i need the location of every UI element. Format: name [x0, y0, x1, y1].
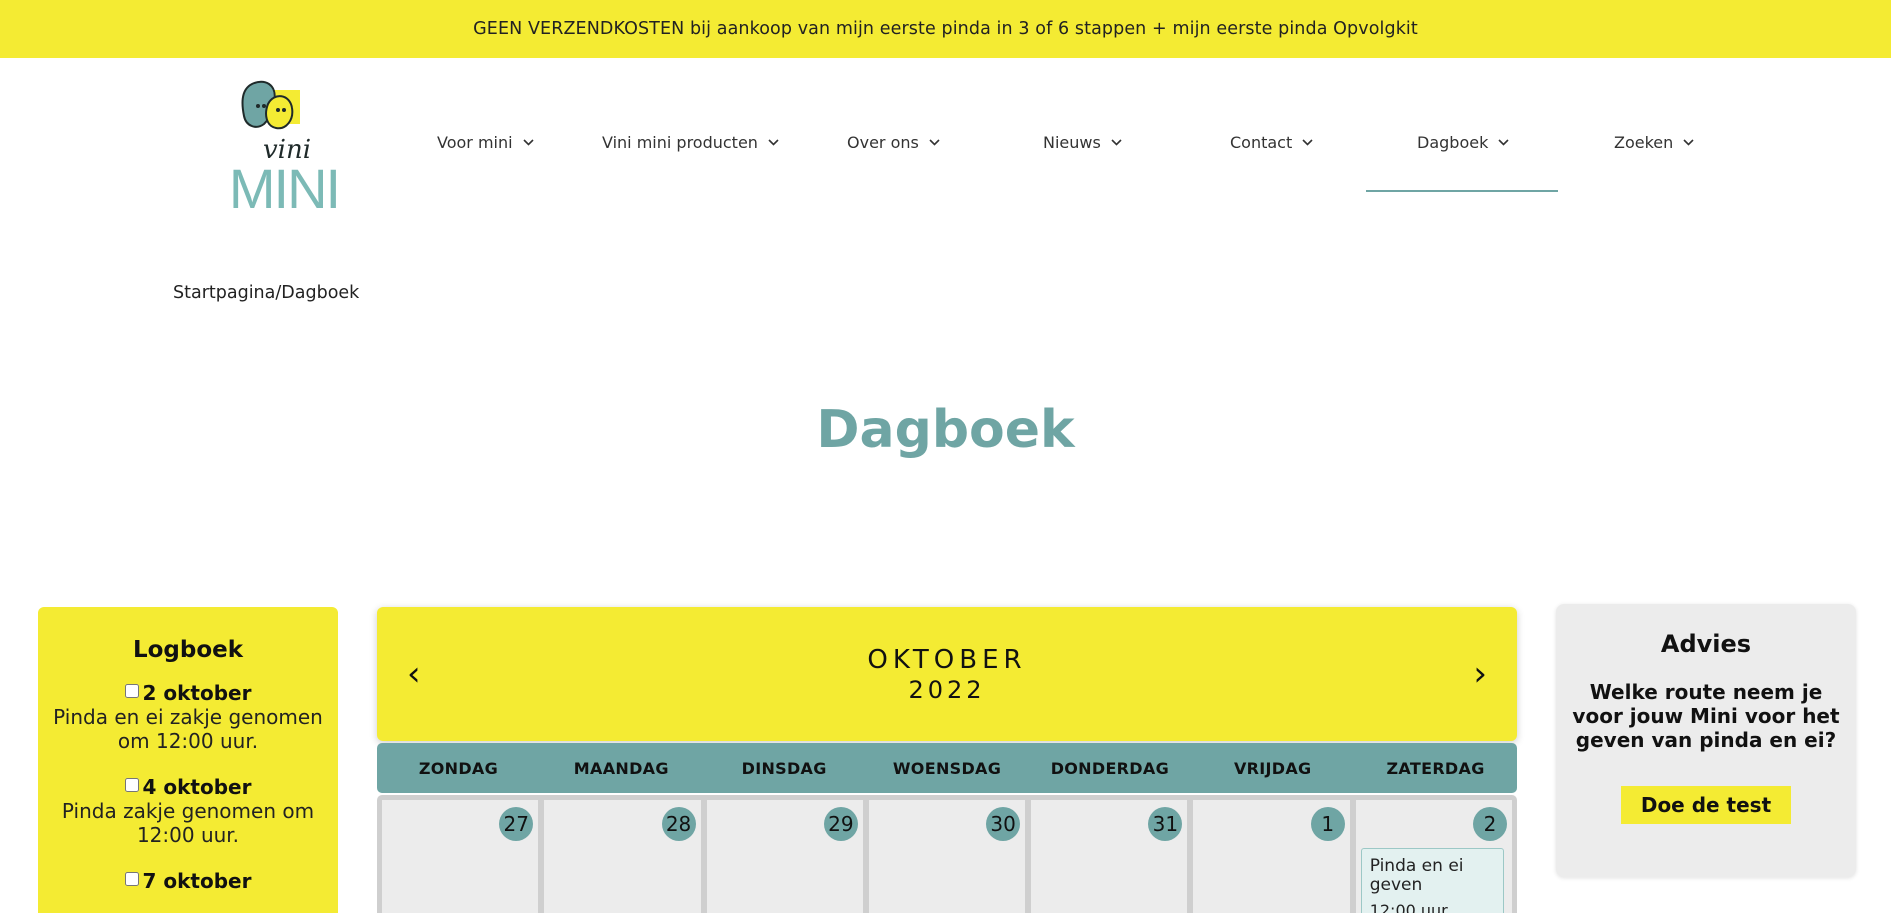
day-number: 29 [823, 807, 858, 841]
calendar-weekday-row: ZONDAG MAANDAG DINSDAG WOENSDAG DONDERDA… [377, 743, 1517, 793]
calendar-grid: 27 28 29 30 31 1 2 Pinda en ei geven 12:… [377, 795, 1517, 913]
calendar-event[interactable]: Pinda en ei geven 12:00 uur [1360, 848, 1504, 913]
nav-label: Zoeken [1614, 133, 1674, 152]
weekday-label: WOENSDAG [892, 758, 1002, 778]
log-entry-text: Pinda en ei zakje genomen om 12:00 uur. [53, 705, 323, 753]
log-entry-checkbox[interactable] [124, 684, 139, 698]
calendar-year: 2022 [908, 676, 986, 704]
nav-item-voor-mini[interactable]: Voor mini [437, 133, 534, 152]
calendar-month: OKTOBER [867, 645, 1027, 675]
breadcrumb: Startpagina / Dagboek [173, 283, 359, 303]
calendar-day-cell[interactable]: 29 [706, 800, 863, 913]
weekday-label: DINSDAG [741, 758, 827, 778]
day-number: 30 [986, 807, 1021, 841]
weekday-label: VRIJDAG [1233, 758, 1312, 778]
svg-text:MINI: MINI [229, 157, 339, 215]
nav-label: Voor mini [437, 133, 513, 152]
chevron-down-icon [1683, 139, 1694, 146]
calendar-day-cell[interactable]: 28 [544, 800, 701, 913]
day-number: 27 [499, 807, 534, 841]
chevron-down-icon [1302, 139, 1313, 146]
nav-label: Dagboek [1417, 133, 1489, 152]
calendar-header: ‹ OKTOBER 2022 › [377, 607, 1517, 741]
active-nav-underline [1366, 190, 1558, 192]
log-entry-date: 2 oktober [142, 681, 252, 705]
nav-item-nieuws[interactable]: Nieuws [1043, 133, 1122, 152]
log-entry: 7 oktober [38, 869, 338, 893]
next-month-button[interactable]: › [1473, 657, 1487, 691]
nav-label: Contact [1230, 133, 1293, 152]
take-test-button[interactable]: Doe de test [1620, 786, 1792, 824]
calendar-day-cell[interactable]: 27 [382, 800, 539, 913]
nav-item-vini-mini-producten[interactable]: Vini mini producten [602, 133, 779, 152]
day-number: 2 [1472, 807, 1507, 841]
chevron-down-icon [522, 139, 534, 146]
breadcrumb-current: Dagboek [281, 283, 360, 303]
nav-item-zoeken[interactable]: Zoeken [1614, 133, 1694, 152]
chevron-down-icon [1498, 139, 1509, 146]
log-entry-checkbox[interactable] [124, 778, 139, 792]
event-time: 12:00 uur [1369, 901, 1448, 913]
weekday-label: ZONDAG [418, 758, 499, 778]
breadcrumb-home-link[interactable]: Startpagina [173, 283, 275, 303]
day-number: 1 [1310, 807, 1345, 841]
log-entry-date: 7 oktober [142, 869, 252, 893]
nav-item-over-ons[interactable]: Over ons [847, 133, 940, 152]
vini-mini-logo[interactable]: vini MINI [212, 78, 362, 220]
page-title: Dagboek [816, 400, 1075, 460]
log-entry-text: Pinda zakje genomen om 12:00 uur. [61, 799, 315, 847]
nav-label: Vini mini producten [602, 133, 758, 152]
advice-panel: Advies Welke route neem je voor jouw Min… [1556, 604, 1856, 877]
weekday-label: MAANDAG [573, 758, 669, 778]
day-number: 31 [1148, 807, 1183, 841]
promo-bar: GEEN VERZENDKOSTEN bij aankoop van mijn … [0, 0, 1891, 58]
day-number: 28 [661, 807, 696, 841]
event-title: Pinda en ei geven [1369, 856, 1464, 895]
advice-title: Advies [1660, 630, 1752, 658]
log-entry: 4 oktober Pinda zakje genomen om 12:00 u… [38, 775, 338, 847]
chevron-down-icon [929, 139, 940, 146]
logo-mark-icon: vini MINI [229, 80, 341, 220]
log-entry-checkbox[interactable] [124, 872, 139, 886]
advice-text: Welke route neem je voor jouw Mini voor … [1572, 680, 1840, 752]
calendar-day-cell[interactable]: 2 Pinda en ei geven 12:00 uur [1355, 800, 1512, 913]
chevron-down-icon [1111, 139, 1122, 146]
nav-label: Over ons [847, 133, 919, 152]
logbook-panel: Logboek 2 oktober Pinda en ei zakje geno… [38, 607, 338, 913]
log-entry-date: 4 oktober [142, 775, 252, 799]
weekday-label: DONDERDAG [1050, 758, 1170, 778]
weekday-label: ZATERDAG [1386, 758, 1485, 778]
calendar-day-cell[interactable]: 1 [1193, 800, 1350, 913]
promo-text: GEEN VERZENDKOSTEN bij aankoop van mijn … [473, 19, 1418, 39]
calendar-day-cell[interactable]: 31 [1031, 800, 1188, 913]
nav-item-dagboek[interactable]: Dagboek [1417, 133, 1509, 152]
log-entry: 2 oktober Pinda en ei zakje genomen om 1… [38, 681, 338, 753]
chevron-down-icon [768, 139, 779, 146]
nav-item-contact[interactable]: Contact [1230, 133, 1313, 152]
calendar: ‹ OKTOBER 2022 › ZONDAG MAANDAG DINSDAG … [377, 607, 1517, 913]
nav-label: Nieuws [1043, 133, 1101, 152]
calendar-day-cell[interactable]: 30 [868, 800, 1026, 913]
logbook-title: Logboek [132, 637, 244, 663]
